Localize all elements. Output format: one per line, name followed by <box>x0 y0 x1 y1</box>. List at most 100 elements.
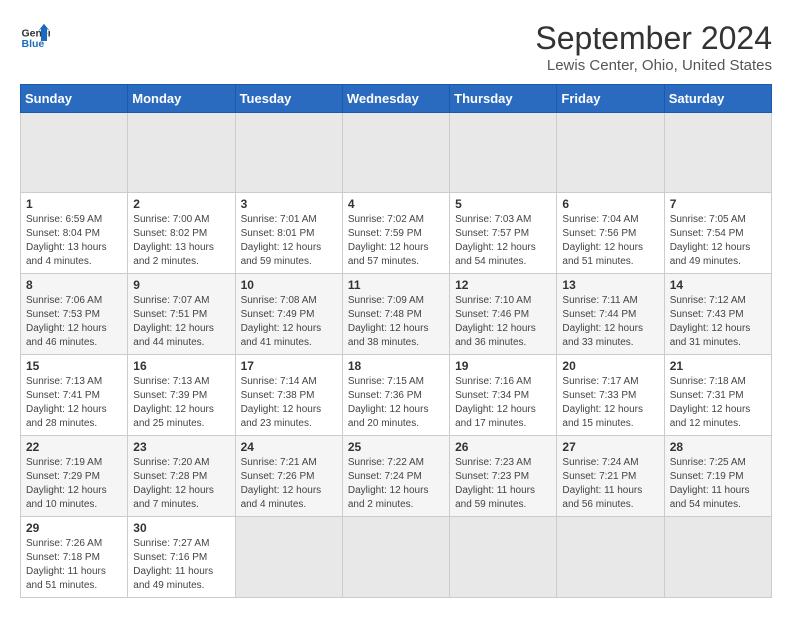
calendar-cell <box>128 113 235 193</box>
day-number: 4 <box>348 197 444 211</box>
day-info: Sunrise: 7:10 AM Sunset: 7:46 PM Dayligh… <box>455 294 551 350</box>
day-number: 8 <box>26 278 122 292</box>
day-number: 30 <box>133 521 229 535</box>
calendar-cell: 20Sunrise: 7:17 AM Sunset: 7:33 PM Dayli… <box>557 355 664 436</box>
day-number: 27 <box>562 440 658 454</box>
day-number: 26 <box>455 440 551 454</box>
logo-icon: General Blue <box>20 20 50 50</box>
day-number: 25 <box>348 440 444 454</box>
day-number: 17 <box>241 359 337 373</box>
day-info: Sunrise: 7:09 AM Sunset: 7:48 PM Dayligh… <box>348 294 444 350</box>
calendar-cell: 17 Sunrise: 7:14 AM Sunset: 7:38 PM Dayli… <box>235 355 342 436</box>
header-tuesday: Tuesday <box>235 85 342 113</box>
day-info: Sunrise: 7:23 AM Sunset: 7:23 PM Dayligh… <box>455 456 551 512</box>
calendar-cell <box>342 517 449 598</box>
calendar-cell: 6Sunrise: 7:04 AM Sunset: 7:56 PM Daylig… <box>557 193 664 274</box>
header-wednesday: Wednesday <box>342 85 449 113</box>
svg-text:Blue: Blue <box>22 38 45 50</box>
day-number: 11 <box>348 278 444 292</box>
calendar-cell <box>557 517 664 598</box>
day-number: 5 <box>455 197 551 211</box>
day-number: 1 <box>26 197 122 211</box>
calendar-cell: 12 Sunrise: 7:10 AM Sunset: 7:46 PM Dayli… <box>450 274 557 355</box>
calendar-cell: 15 Sunrise: 7:13 AM Sunset: 7:41 PM Dayli… <box>21 355 128 436</box>
day-info: Sunrise: 7:05 AM Sunset: 7:54 PM Dayligh… <box>670 213 766 269</box>
calendar-cell: 25 Sunrise: 7:22 AM Sunset: 7:24 PM Dayli… <box>342 436 449 517</box>
calendar-cell: 4 Sunrise: 7:02 AM Sunset: 7:59 PM Daylig… <box>342 193 449 274</box>
calendar-cell: 1 Sunrise: 6:59 AM Sunset: 8:04 PM Daylig… <box>21 193 128 274</box>
day-info: Sunrise: 7:06 AM Sunset: 7:53 PM Dayligh… <box>26 294 122 350</box>
day-number: 13 <box>562 278 658 292</box>
calendar-cell <box>664 517 771 598</box>
day-info: Sunrise: 7:19 AM Sunset: 7:29 PM Dayligh… <box>26 456 122 512</box>
title-block: September 2024 Lewis Center, Ohio, Unite… <box>535 20 772 74</box>
day-number: 14 <box>670 278 766 292</box>
calendar-cell <box>450 517 557 598</box>
day-number: 15 <box>26 359 122 373</box>
day-number: 24 <box>241 440 337 454</box>
calendar-week-row: 22 Sunrise: 7:19 AM Sunset: 7:29 PM Dayli… <box>21 436 772 517</box>
page-header: General Blue September 2024 Lewis Center… <box>20 20 772 74</box>
calendar-cell: 29 Sunrise: 7:26 AM Sunset: 7:18 PM Dayli… <box>21 517 128 598</box>
day-number: 22 <box>26 440 122 454</box>
day-info: Sunrise: 7:15 AM Sunset: 7:36 PM Dayligh… <box>348 375 444 431</box>
day-info: Sunrise: 7:27 AM Sunset: 7:16 PM Dayligh… <box>133 537 229 593</box>
day-info: Sunrise: 7:11 AM Sunset: 7:44 PM Dayligh… <box>562 294 658 350</box>
day-info: Sunrise: 6:59 AM Sunset: 8:04 PM Dayligh… <box>26 213 122 269</box>
calendar-cell <box>235 113 342 193</box>
header-friday: Friday <box>557 85 664 113</box>
calendar-cell <box>664 113 771 193</box>
day-number: 16 <box>133 359 229 373</box>
calendar-week-row: 29 Sunrise: 7:26 AM Sunset: 7:18 PM Dayli… <box>21 517 772 598</box>
day-number: 23 <box>133 440 229 454</box>
calendar-cell: 24 Sunrise: 7:21 AM Sunset: 7:26 PM Dayli… <box>235 436 342 517</box>
calendar-cell: 18 Sunrise: 7:15 AM Sunset: 7:36 PM Dayli… <box>342 355 449 436</box>
day-info: Sunrise: 7:12 AM Sunset: 7:43 PM Dayligh… <box>670 294 766 350</box>
calendar-cell: 8 Sunrise: 7:06 AM Sunset: 7:53 PM Daylig… <box>21 274 128 355</box>
calendar-week-row <box>21 113 772 193</box>
day-number: 12 <box>455 278 551 292</box>
day-info: Sunrise: 7:20 AM Sunset: 7:28 PM Dayligh… <box>133 456 229 512</box>
day-info: Sunrise: 7:07 AM Sunset: 7:51 PM Dayligh… <box>133 294 229 350</box>
day-info: Sunrise: 7:08 AM Sunset: 7:49 PM Dayligh… <box>241 294 337 350</box>
calendar-title: September 2024 <box>535 20 772 57</box>
day-info: Sunrise: 7:01 AM Sunset: 8:01 PM Dayligh… <box>241 213 337 269</box>
day-number: 18 <box>348 359 444 373</box>
calendar-cell <box>21 113 128 193</box>
header-monday: Monday <box>128 85 235 113</box>
day-info: Sunrise: 7:02 AM Sunset: 7:59 PM Dayligh… <box>348 213 444 269</box>
calendar-subtitle: Lewis Center, Ohio, United States <box>535 57 772 74</box>
calendar-cell: 10Sunrise: 7:08 AM Sunset: 7:49 PM Dayli… <box>235 274 342 355</box>
day-info: Sunrise: 7:25 AM Sunset: 7:19 PM Dayligh… <box>670 456 766 512</box>
calendar-cell: 21 Sunrise: 7:18 AM Sunset: 7:31 PM Dayli… <box>664 355 771 436</box>
day-info: Sunrise: 7:22 AM Sunset: 7:24 PM Dayligh… <box>348 456 444 512</box>
calendar-cell: 27 Sunrise: 7:24 AM Sunset: 7:21 PM Dayli… <box>557 436 664 517</box>
calendar-week-row: 8 Sunrise: 7:06 AM Sunset: 7:53 PM Daylig… <box>21 274 772 355</box>
calendar-week-row: 1 Sunrise: 6:59 AM Sunset: 8:04 PM Daylig… <box>21 193 772 274</box>
calendar-cell: 26 Sunrise: 7:23 AM Sunset: 7:23 PM Dayli… <box>450 436 557 517</box>
day-info: Sunrise: 7:24 AM Sunset: 7:21 PM Dayligh… <box>562 456 658 512</box>
header-thursday: Thursday <box>450 85 557 113</box>
calendar-cell: 2 Sunrise: 7:00 AM Sunset: 8:02 PM Daylig… <box>128 193 235 274</box>
calendar-cell: 13 Sunrise: 7:11 AM Sunset: 7:44 PM Dayli… <box>557 274 664 355</box>
day-info: Sunrise: 7:04 AM Sunset: 7:56 PM Dayligh… <box>562 213 658 269</box>
day-info: Sunrise: 7:14 AM Sunset: 7:38 PM Dayligh… <box>241 375 337 431</box>
day-info: Sunrise: 7:21 AM Sunset: 7:26 PM Dayligh… <box>241 456 337 512</box>
calendar-cell <box>342 113 449 193</box>
day-info: Sunrise: 7:00 AM Sunset: 8:02 PM Dayligh… <box>133 213 229 269</box>
day-number: 21 <box>670 359 766 373</box>
calendar-cell: 7Sunrise: 7:05 AM Sunset: 7:54 PM Daylig… <box>664 193 771 274</box>
calendar-header-row: Sunday Monday Tuesday Wednesday Thursday… <box>21 85 772 113</box>
day-info: Sunrise: 7:18 AM Sunset: 7:31 PM Dayligh… <box>670 375 766 431</box>
day-info: Sunrise: 7:16 AM Sunset: 7:34 PM Dayligh… <box>455 375 551 431</box>
day-info: Sunrise: 7:13 AM Sunset: 7:41 PM Dayligh… <box>26 375 122 431</box>
calendar-cell <box>450 113 557 193</box>
day-number: 29 <box>26 521 122 535</box>
day-info: Sunrise: 7:26 AM Sunset: 7:18 PM Dayligh… <box>26 537 122 593</box>
calendar-cell: 19 Sunrise: 7:16 AM Sunset: 7:34 PM Dayli… <box>450 355 557 436</box>
day-number: 3 <box>241 197 337 211</box>
calendar-cell: 16Sunrise: 7:13 AM Sunset: 7:39 PM Dayli… <box>128 355 235 436</box>
day-number: 19 <box>455 359 551 373</box>
day-number: 2 <box>133 197 229 211</box>
calendar-week-row: 15 Sunrise: 7:13 AM Sunset: 7:41 PM Dayli… <box>21 355 772 436</box>
